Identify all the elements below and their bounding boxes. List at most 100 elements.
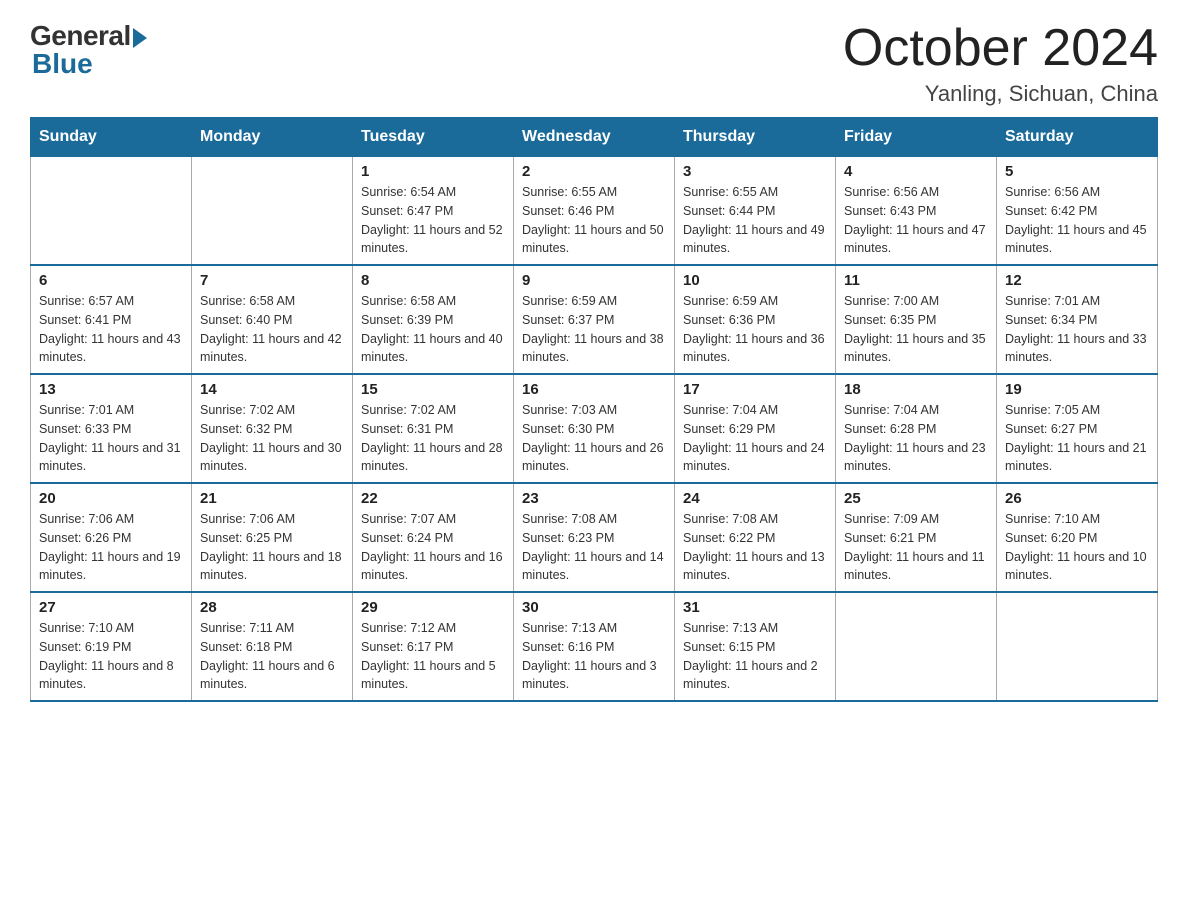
day-info: Sunrise: 7:10 AMSunset: 6:20 PMDaylight:… — [1005, 510, 1149, 585]
calendar-body: 1Sunrise: 6:54 AMSunset: 6:47 PMDaylight… — [31, 157, 1158, 702]
day-number: 1 — [361, 163, 505, 180]
day-number: 24 — [683, 490, 827, 507]
calendar-header-row: SundayMondayTuesdayWednesdayThursdayFrid… — [31, 118, 1158, 157]
calendar-cell: 26 Sunrise: 7:10 AMSunset: 6:20 PMDayligh… — [997, 483, 1158, 592]
day-number: 12 — [1005, 272, 1149, 289]
day-info: Sunrise: 7:02 AMSunset: 6:32 PMDaylight:… — [200, 401, 344, 476]
day-info: Sunrise: 6:57 AMSunset: 6:41 PMDaylight:… — [39, 292, 183, 367]
calendar-day-header-tuesday: Tuesday — [353, 118, 514, 157]
calendar-cell: 25 Sunrise: 7:09 AMSunset: 6:21 PMDayligh… — [836, 483, 997, 592]
day-number: 19 — [1005, 381, 1149, 398]
day-number: 27 — [39, 599, 183, 616]
calendar-cell: 11Sunrise: 7:00 AMSunset: 6:35 PMDayligh… — [836, 265, 997, 374]
calendar-cell: 17 Sunrise: 7:04 AMSunset: 6:29 PMDayligh… — [675, 374, 836, 483]
calendar-day-header-sunday: Sunday — [31, 118, 192, 157]
calendar-cell: 10Sunrise: 6:59 AMSunset: 6:36 PMDayligh… — [675, 265, 836, 374]
calendar-table: SundayMondayTuesdayWednesdayThursdayFrid… — [30, 117, 1158, 702]
month-title: October 2024 — [843, 20, 1158, 77]
calendar-cell — [31, 157, 192, 266]
calendar-cell: 2Sunrise: 6:55 AMSunset: 6:46 PMDaylight… — [514, 157, 675, 266]
day-number: 23 — [522, 490, 666, 507]
calendar-cell: 21 Sunrise: 7:06 AMSunset: 6:25 PMDayligh… — [192, 483, 353, 592]
calendar-cell: 5Sunrise: 6:56 AMSunset: 6:42 PMDaylight… — [997, 157, 1158, 266]
calendar-cell: 30Sunrise: 7:13 AMSunset: 6:16 PMDayligh… — [514, 592, 675, 701]
calendar-cell: 4 Sunrise: 6:56 AMSunset: 6:43 PMDaylight… — [836, 157, 997, 266]
calendar-cell: 3 Sunrise: 6:55 AMSunset: 6:44 PMDaylight… — [675, 157, 836, 266]
calendar-week-5: 27 Sunrise: 7:10 AMSunset: 6:19 PMDayligh… — [31, 592, 1158, 701]
day-info: Sunrise: 6:56 AMSunset: 6:43 PMDaylight:… — [844, 183, 988, 258]
calendar-day-header-friday: Friday — [836, 118, 997, 157]
calendar-cell: 12Sunrise: 7:01 AMSunset: 6:34 PMDayligh… — [997, 265, 1158, 374]
calendar-cell: 23Sunrise: 7:08 AMSunset: 6:23 PMDayligh… — [514, 483, 675, 592]
calendar-cell: 22Sunrise: 7:07 AMSunset: 6:24 PMDayligh… — [353, 483, 514, 592]
calendar-week-4: 20 Sunrise: 7:06 AMSunset: 6:26 PMDayligh… — [31, 483, 1158, 592]
calendar-day-header-saturday: Saturday — [997, 118, 1158, 157]
calendar-cell: 16Sunrise: 7:03 AMSunset: 6:30 PMDayligh… — [514, 374, 675, 483]
day-info: Sunrise: 7:13 AMSunset: 6:15 PMDaylight:… — [683, 619, 827, 694]
day-number: 17 — [683, 381, 827, 398]
day-info: Sunrise: 6:58 AMSunset: 6:39 PMDaylight:… — [361, 292, 505, 367]
calendar-cell: 8 Sunrise: 6:58 AMSunset: 6:39 PMDaylight… — [353, 265, 514, 374]
day-number: 2 — [522, 163, 666, 180]
calendar-week-2: 6Sunrise: 6:57 AMSunset: 6:41 PMDaylight… — [31, 265, 1158, 374]
day-info: Sunrise: 6:58 AMSunset: 6:40 PMDaylight:… — [200, 292, 344, 367]
logo-blue-text: Blue — [32, 48, 93, 80]
title-section: October 2024 Yanling, Sichuan, China — [843, 20, 1158, 107]
location-title: Yanling, Sichuan, China — [843, 81, 1158, 107]
day-info: Sunrise: 7:06 AMSunset: 6:25 PMDaylight:… — [200, 510, 344, 585]
calendar-cell: 20 Sunrise: 7:06 AMSunset: 6:26 PMDayligh… — [31, 483, 192, 592]
day-info: Sunrise: 7:04 AMSunset: 6:29 PMDaylight:… — [683, 401, 827, 476]
day-info: Sunrise: 6:56 AMSunset: 6:42 PMDaylight:… — [1005, 183, 1149, 258]
calendar-day-header-thursday: Thursday — [675, 118, 836, 157]
calendar-cell: 28Sunrise: 7:11 AMSunset: 6:18 PMDayligh… — [192, 592, 353, 701]
logo: General Blue — [30, 20, 147, 80]
day-info: Sunrise: 6:59 AMSunset: 6:37 PMDaylight:… — [522, 292, 666, 367]
day-number: 18 — [844, 381, 988, 398]
calendar-cell: 29 Sunrise: 7:12 AMSunset: 6:17 PMDayligh… — [353, 592, 514, 701]
calendar-cell: 24 Sunrise: 7:08 AMSunset: 6:22 PMDayligh… — [675, 483, 836, 592]
day-info: Sunrise: 7:01 AMSunset: 6:33 PMDaylight:… — [39, 401, 183, 476]
calendar-header: SundayMondayTuesdayWednesdayThursdayFrid… — [31, 118, 1158, 157]
day-info: Sunrise: 6:59 AMSunset: 6:36 PMDaylight:… — [683, 292, 827, 367]
day-number: 16 — [522, 381, 666, 398]
calendar-day-header-wednesday: Wednesday — [514, 118, 675, 157]
day-info: Sunrise: 7:09 AMSunset: 6:21 PMDaylight:… — [844, 510, 988, 585]
day-info: Sunrise: 6:55 AMSunset: 6:44 PMDaylight:… — [683, 183, 827, 258]
calendar-cell — [997, 592, 1158, 701]
day-info: Sunrise: 7:05 AMSunset: 6:27 PMDaylight:… — [1005, 401, 1149, 476]
day-number: 4 — [844, 163, 988, 180]
day-info: Sunrise: 7:12 AMSunset: 6:17 PMDaylight:… — [361, 619, 505, 694]
day-number: 3 — [683, 163, 827, 180]
day-info: Sunrise: 7:11 AMSunset: 6:18 PMDaylight:… — [200, 619, 344, 694]
page-header: General Blue October 2024 Yanling, Sichu… — [30, 20, 1158, 107]
day-number: 25 — [844, 490, 988, 507]
day-number: 13 — [39, 381, 183, 398]
calendar-cell: 19 Sunrise: 7:05 AMSunset: 6:27 PMDayligh… — [997, 374, 1158, 483]
day-number: 31 — [683, 599, 827, 616]
day-number: 14 — [200, 381, 344, 398]
day-number: 9 — [522, 272, 666, 289]
day-info: Sunrise: 7:00 AMSunset: 6:35 PMDaylight:… — [844, 292, 988, 367]
calendar-cell: 9 Sunrise: 6:59 AMSunset: 6:37 PMDaylight… — [514, 265, 675, 374]
calendar-cell: 13 Sunrise: 7:01 AMSunset: 6:33 PMDayligh… — [31, 374, 192, 483]
day-info: Sunrise: 7:10 AMSunset: 6:19 PMDaylight:… — [39, 619, 183, 694]
calendar-cell: 31 Sunrise: 7:13 AMSunset: 6:15 PMDayligh… — [675, 592, 836, 701]
day-number: 26 — [1005, 490, 1149, 507]
calendar-cell: 15Sunrise: 7:02 AMSunset: 6:31 PMDayligh… — [353, 374, 514, 483]
calendar-cell: 27 Sunrise: 7:10 AMSunset: 6:19 PMDayligh… — [31, 592, 192, 701]
day-number: 22 — [361, 490, 505, 507]
day-info: Sunrise: 7:08 AMSunset: 6:22 PMDaylight:… — [683, 510, 827, 585]
calendar-cell — [836, 592, 997, 701]
day-number: 29 — [361, 599, 505, 616]
day-number: 21 — [200, 490, 344, 507]
calendar-cell: 6Sunrise: 6:57 AMSunset: 6:41 PMDaylight… — [31, 265, 192, 374]
day-number: 8 — [361, 272, 505, 289]
day-info: Sunrise: 7:13 AMSunset: 6:16 PMDaylight:… — [522, 619, 666, 694]
calendar-cell — [192, 157, 353, 266]
day-number: 20 — [39, 490, 183, 507]
day-info: Sunrise: 7:06 AMSunset: 6:26 PMDaylight:… — [39, 510, 183, 585]
calendar-cell: 7 Sunrise: 6:58 AMSunset: 6:40 PMDaylight… — [192, 265, 353, 374]
day-number: 7 — [200, 272, 344, 289]
calendar-week-1: 1Sunrise: 6:54 AMSunset: 6:47 PMDaylight… — [31, 157, 1158, 266]
day-info: Sunrise: 7:02 AMSunset: 6:31 PMDaylight:… — [361, 401, 505, 476]
